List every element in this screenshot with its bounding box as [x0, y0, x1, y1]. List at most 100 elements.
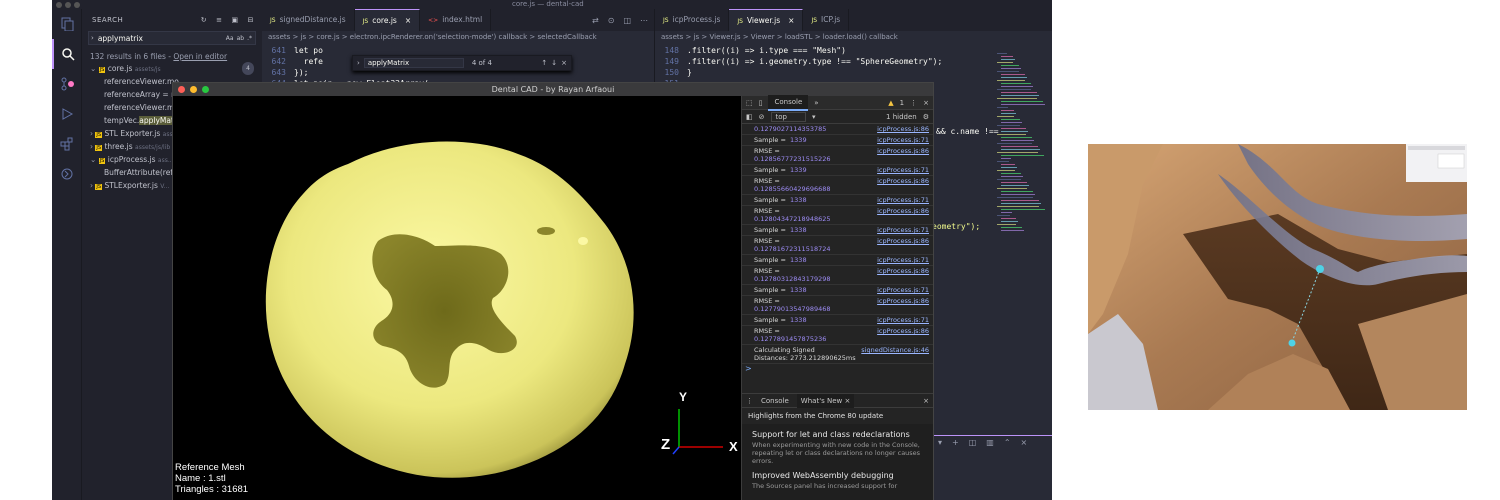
toggle-replace-icon[interactable]: ›: [357, 59, 360, 67]
gear-icon[interactable]: ⚙: [923, 113, 929, 121]
console-source-link[interactable]: icpProcess.js:71: [877, 256, 929, 264]
chevron-icon[interactable]: ›: [90, 181, 93, 190]
console-row: RMSE = icpProcess.js:86 0.128567772315152…: [742, 146, 933, 165]
minimize-dot[interactable]: [190, 86, 197, 93]
clear-results-icon[interactable]: ≡: [216, 16, 222, 24]
tab-core-js[interactable]: JS core.js ×: [354, 9, 421, 31]
console-source-link[interactable]: icpProcess.js:86: [877, 237, 929, 245]
refresh-icon[interactable]: ↻: [201, 16, 207, 24]
console-source-link[interactable]: icpProcess.js:71: [877, 286, 929, 294]
remote-icon[interactable]: [52, 159, 82, 189]
close-icon[interactable]: ×: [561, 59, 567, 67]
js-file-icon: JS: [98, 67, 106, 73]
dental-titlebar: Dental CAD - by Rayan Arfaoui: [173, 83, 933, 96]
zoom-dot[interactable]: [202, 86, 209, 93]
maximize-panel-icon[interactable]: ⌃: [1004, 438, 1011, 447]
whole-word-icon[interactable]: ab: [237, 35, 245, 42]
search-icon[interactable]: [52, 39, 82, 69]
tab-signed-distance[interactable]: JS signedDistance.js: [262, 9, 355, 31]
previous-match-icon[interactable]: ↑: [541, 59, 547, 67]
console-source-link[interactable]: icpProcess.js:86: [877, 207, 929, 215]
whats-new-item-title-1[interactable]: Support for let and class redeclarations: [752, 430, 927, 439]
close-icon[interactable]: ×: [405, 16, 411, 25]
close-icon[interactable]: ×: [788, 16, 794, 25]
activity-bar: [52, 9, 82, 500]
trash-icon[interactable]: ▥: [986, 438, 994, 447]
chevron-down-icon[interactable]: ▾: [812, 113, 816, 121]
split-terminal-icon[interactable]: ◫: [969, 438, 977, 447]
source-control-icon[interactable]: [52, 69, 82, 99]
console-source-link[interactable]: icpProcess.js:71: [877, 196, 929, 204]
chevron-icon[interactable]: ⌄: [90, 155, 96, 164]
collapse-all-icon[interactable]: ⊟: [248, 16, 254, 24]
close-icon[interactable]: ×: [1021, 438, 1028, 447]
inspect-icon[interactable]: ⬚: [746, 99, 753, 107]
sidebar-toggle-icon[interactable]: ◧: [746, 113, 753, 121]
add-terminal-icon[interactable]: +: [952, 438, 959, 447]
chevron-icon[interactable]: ⌄: [90, 64, 96, 73]
breadcrumb-left[interactable]: assets > js > core.js > electron.ipcRend…: [268, 33, 648, 41]
console-prompt[interactable]: >: [742, 364, 933, 373]
minimize-dot[interactable]: [65, 2, 71, 8]
more-actions-icon[interactable]: ⋯: [640, 16, 648, 25]
new-search-editor-icon[interactable]: ▣: [232, 16, 239, 24]
clear-console-icon[interactable]: ⊘: [759, 113, 765, 121]
breadcrumb-right[interactable]: assets > js > Viewer.js > Viewer > loadS…: [661, 33, 1041, 41]
tab-icp-process[interactable]: JS icpProcess.js: [655, 9, 730, 31]
close-icon[interactable]: ×: [923, 99, 929, 107]
mesh-info-triangles: Triangles : 31681: [175, 484, 249, 495]
results-summary: 132 results in 6 files -: [90, 52, 174, 61]
open-in-editor-link[interactable]: Open in editor: [173, 52, 227, 61]
explorer-icon[interactable]: [52, 9, 82, 39]
console-source-link[interactable]: icpProcess.js:86: [877, 177, 929, 185]
console-source-link[interactable]: icpProcess.js:71: [877, 136, 929, 144]
whats-new-item-title-2[interactable]: Improved WebAssembly debugging: [752, 471, 927, 480]
more-tabs-icon[interactable]: »: [814, 99, 818, 107]
git-icon[interactable]: ⊙: [608, 16, 615, 25]
close-icon[interactable]: ×: [923, 397, 929, 405]
console-source-link[interactable]: icpProcess.js:71: [877, 316, 929, 324]
close-dot[interactable]: [56, 2, 62, 8]
search-input[interactable]: [97, 33, 198, 43]
console-source-link[interactable]: signedDistance.js:46: [861, 346, 929, 354]
console-source-link[interactable]: icpProcess.js:71: [877, 166, 929, 174]
warning-icon[interactable]: ▲: [888, 99, 893, 107]
device-toolbar-icon[interactable]: ▯: [759, 99, 763, 107]
context-select[interactable]: top: [770, 111, 806, 122]
split-editor-icon[interactable]: ◫: [623, 16, 631, 25]
console-source-link[interactable]: icpProcess.js:86: [877, 125, 929, 133]
zoom-dot[interactable]: [74, 2, 80, 8]
debug-icon[interactable]: [52, 99, 82, 129]
3d-viewport[interactable]: Y Z X Reference Mesh Name : 1.stl Triang…: [173, 96, 741, 500]
search-result-file[interactable]: ⌄ JS core.js assets/js 4: [82, 62, 262, 75]
minimap[interactable]: [997, 53, 1047, 243]
chevron-icon[interactable]: ›: [90, 129, 93, 138]
toggle-replace-icon[interactable]: ›: [91, 34, 94, 42]
compare-icon[interactable]: ⇄: [592, 16, 599, 25]
console-source-link[interactable]: icpProcess.js:86: [877, 297, 929, 305]
settings-icon[interactable]: ⋮: [910, 99, 917, 107]
code-line[interactable]: 150}: [655, 67, 985, 78]
console-source-link[interactable]: icpProcess.js:71: [877, 226, 929, 234]
terminal-dropdown-icon[interactable]: ▾: [938, 438, 942, 447]
match-case-icon[interactable]: Aa: [226, 35, 234, 42]
code-line[interactable]: 149 .filter((i) => i.geometry.type !== "S…: [655, 56, 985, 67]
ear-canal-render[interactable]: [1088, 144, 1467, 410]
next-match-icon[interactable]: ↓: [551, 59, 557, 67]
tab-index-html[interactable]: <> index.html: [420, 9, 492, 31]
console-source-link[interactable]: icpProcess.js:86: [877, 327, 929, 335]
tab-viewer-js[interactable]: JS Viewer.js ×: [729, 9, 804, 31]
regex-icon[interactable]: .*: [247, 35, 252, 42]
console-source-link[interactable]: icpProcess.js:86: [877, 147, 929, 155]
drawer-tab-whats-new[interactable]: What's New ×: [796, 393, 855, 408]
close-dot[interactable]: [178, 86, 185, 93]
chevron-icon[interactable]: ›: [90, 142, 93, 151]
extensions-icon[interactable]: [52, 129, 82, 159]
find-input[interactable]: applyMatrix: [363, 58, 464, 68]
tab-console[interactable]: Console: [768, 94, 809, 111]
tab-icp-js[interactable]: JS ICP.js: [803, 9, 850, 31]
drawer-menu-icon[interactable]: ⋮: [746, 397, 753, 405]
drawer-tab-console[interactable]: Console: [761, 397, 789, 405]
code-line[interactable]: 148 .filter((i) => i.type === "Mesh"): [655, 45, 985, 56]
console-source-link[interactable]: icpProcess.js:86: [877, 267, 929, 275]
